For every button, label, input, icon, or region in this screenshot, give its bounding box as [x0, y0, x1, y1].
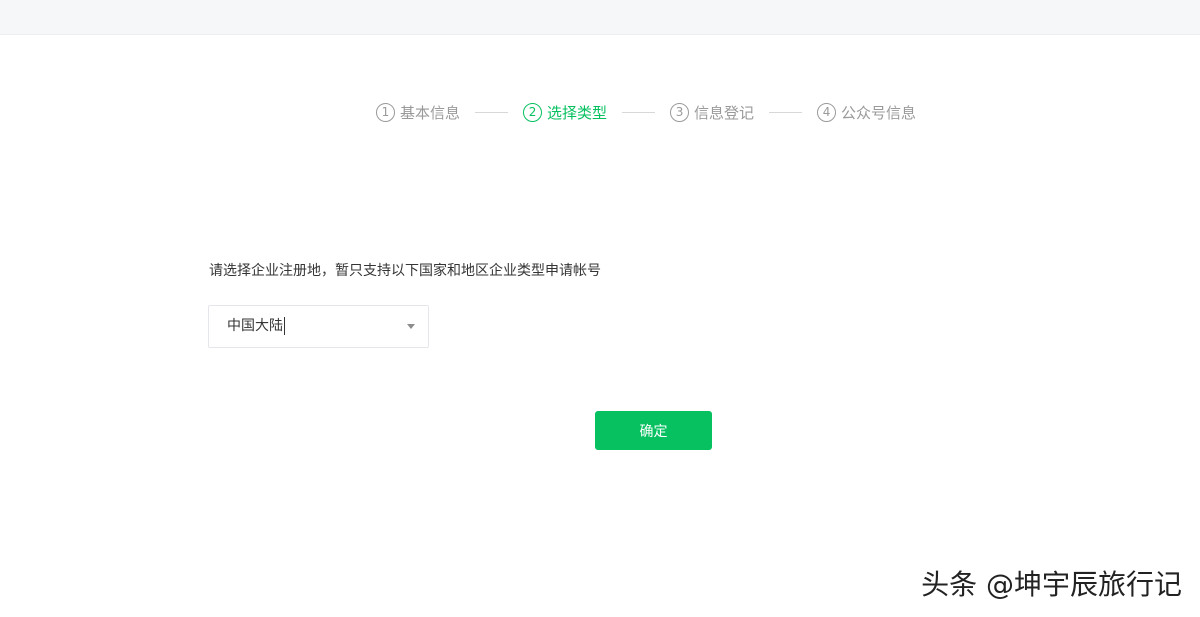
step-number: 3 — [670, 102, 690, 122]
step-divider — [622, 111, 656, 113]
step-progress: 1 基本信息 2 选择类型 3 信息登记 4 公众号信息 — [376, 100, 916, 124]
step-divider — [769, 111, 803, 113]
step-label: 公众号信息 — [841, 103, 917, 122]
step-number: 4 — [817, 102, 837, 122]
top-bar — [0, 0, 1200, 35]
step-label: 基本信息 — [400, 103, 461, 122]
region-select[interactable]: 中国大陆 — [208, 305, 429, 348]
region-select-value: 中国大陆 — [227, 317, 285, 335]
confirm-button[interactable]: 确定 — [595, 411, 712, 450]
step-label: 选择类型 — [547, 103, 608, 122]
step-label: 信息登记 — [694, 103, 755, 122]
step-number: 2 — [523, 102, 543, 122]
watermark: 头条 @坤宇辰旅行记 — [921, 568, 1182, 601]
region-hint-text: 请选择企业注册地，暂只支持以下国家和地区企业类型申请帐号 — [209, 263, 601, 279]
step-basic-info: 1 基本信息 — [376, 102, 460, 123]
step-account-info: 4 公众号信息 — [817, 102, 916, 123]
step-select-type: 2 选择类型 — [523, 102, 607, 123]
caret-down-icon — [407, 324, 415, 329]
step-info-registration: 3 信息登记 — [670, 102, 754, 123]
step-number: 1 — [376, 102, 395, 122]
step-divider — [475, 111, 509, 113]
